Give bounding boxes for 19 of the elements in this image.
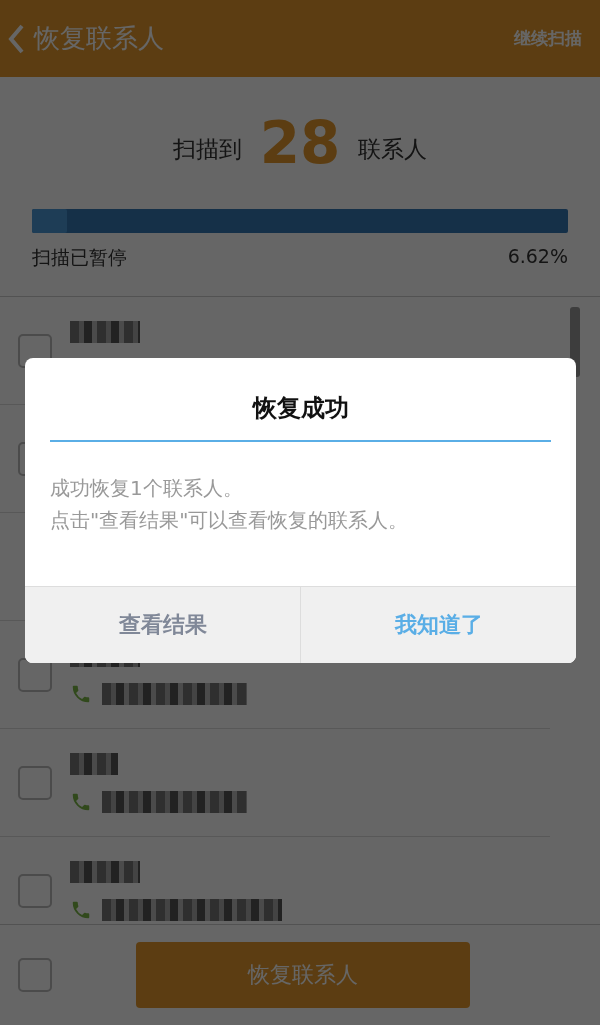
checkbox[interactable] — [18, 873, 52, 908]
select-all-checkbox[interactable] — [18, 958, 52, 992]
dialog-message: 成功恢复1个联系人。 — [50, 475, 244, 502]
dialog-button[interactable]: 我知道了 — [300, 587, 576, 663]
contact-count: 28 — [259, 109, 341, 177]
page-title: 恢复联系人 — [34, 22, 165, 55]
redacted-name — [70, 752, 118, 775]
restore-button[interactable]: 恢复联系人 — [136, 942, 470, 1008]
count-suffix: 联系人 — [358, 134, 428, 164]
dialog-title: 恢复成功 — [50, 358, 551, 442]
redacted-name — [70, 320, 140, 343]
back-icon[interactable] — [6, 22, 26, 55]
redacted-name — [70, 860, 140, 883]
count-prefix: 扫描到 — [172, 134, 242, 164]
continue-scan-link[interactable]: 继续扫描 — [514, 27, 582, 50]
dialog-message: 点击"查看结果"可以查看恢复的联系人。 — [50, 507, 410, 534]
scan-status: 扫描已暂停 — [32, 245, 127, 270]
scan-percent: 6.62% — [507, 245, 568, 269]
checkbox[interactable] — [18, 765, 52, 800]
